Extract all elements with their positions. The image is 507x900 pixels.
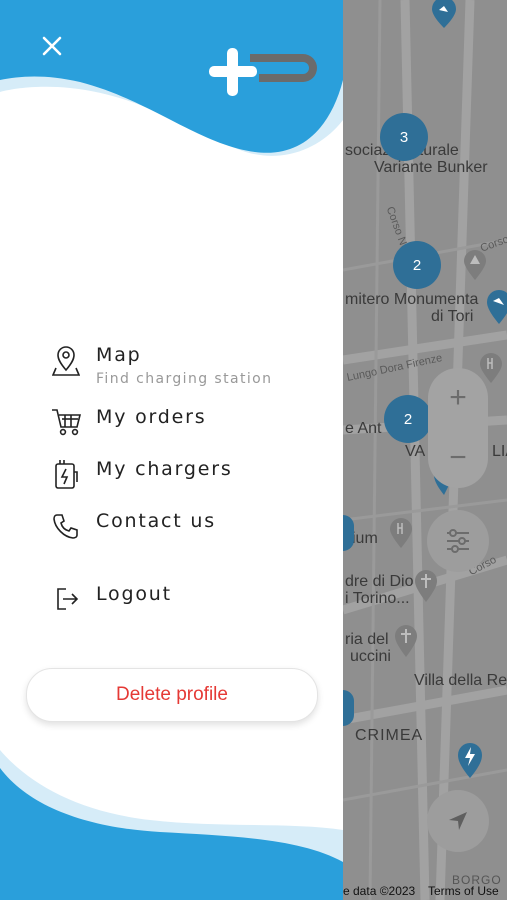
church-pin-icon — [395, 625, 417, 657]
map-place-label: Variante Bunker — [374, 159, 488, 176]
menu-item-logout[interactable]: Logout — [50, 583, 172, 615]
logout-icon — [50, 583, 82, 615]
station-cluster-marker[interactable]: 2 — [384, 395, 432, 443]
menu-item-map[interactable]: Map Find charging station — [50, 344, 272, 387]
cart-icon — [50, 406, 82, 438]
map-place-label: i Torino... — [345, 590, 410, 607]
map-place-label: ria del — [345, 631, 389, 648]
navigation-arrow-icon — [449, 812, 467, 830]
zoom-out-button[interactable]: − — [428, 428, 488, 488]
map-pin-icon — [50, 344, 82, 376]
map-place-label: uccini — [350, 648, 391, 665]
zoom-controls: + − — [428, 368, 488, 488]
terms-of-use-link[interactable]: Terms of Use — [428, 884, 499, 898]
map-place-label: dre di Dio — [345, 573, 414, 590]
map-place-label: ium — [352, 530, 378, 547]
map-place-label: di Tori — [431, 308, 474, 325]
delete-profile-button[interactable]: Delete profile — [26, 668, 318, 722]
bottom-wave-decoration — [0, 750, 343, 900]
station-cluster-marker[interactable]: 3 — [380, 113, 428, 161]
zoom-in-button[interactable]: + — [428, 368, 488, 428]
sliders-icon — [447, 529, 469, 553]
charger-icon — [50, 458, 82, 490]
church-pin-icon — [415, 570, 437, 602]
phone-icon — [50, 510, 82, 542]
locate-me-button[interactable] — [427, 790, 489, 852]
plus-plug-logo — [209, 48, 317, 96]
menu-item-label: Map — [96, 344, 142, 366]
charging-station-pin-icon[interactable] — [428, 0, 460, 30]
map-place-label: VA — [405, 443, 426, 460]
map-place-label: Villa della Re — [414, 672, 507, 689]
map-place-label: CRIMEA — [355, 727, 424, 744]
menu-item-my-chargers[interactable]: My chargers — [50, 458, 233, 490]
restaurant-pin-icon — [390, 518, 412, 548]
menu-item-label: Contact us — [96, 510, 216, 532]
menu-item-contact-us[interactable]: Contact us — [50, 510, 216, 542]
side-drawer: Map Find charging station My orders My c… — [0, 0, 343, 900]
map-place-label: e Ant — [345, 420, 382, 437]
menu-item-label: My chargers — [96, 458, 233, 480]
map-data-attribution: e data ©2023 — [343, 884, 416, 898]
menu-item-my-orders[interactable]: My orders — [50, 406, 206, 438]
place-pin-icon — [464, 250, 486, 280]
map-place-label: LIA — [492, 443, 507, 460]
station-cluster-marker[interactable]: 2 — [393, 241, 441, 289]
menu-item-label: My orders — [96, 406, 207, 428]
map-place-label: mitero Monumenta — [345, 291, 479, 308]
charging-station-pin-icon[interactable] — [455, 742, 485, 780]
menu-item-label: Logout — [96, 583, 172, 605]
charging-station-pin-icon[interactable] — [484, 290, 507, 326]
menu-item-sublabel: Find charging station — [96, 371, 273, 387]
close-icon — [42, 36, 62, 56]
filter-button[interactable] — [427, 510, 489, 572]
close-button[interactable] — [36, 30, 68, 62]
